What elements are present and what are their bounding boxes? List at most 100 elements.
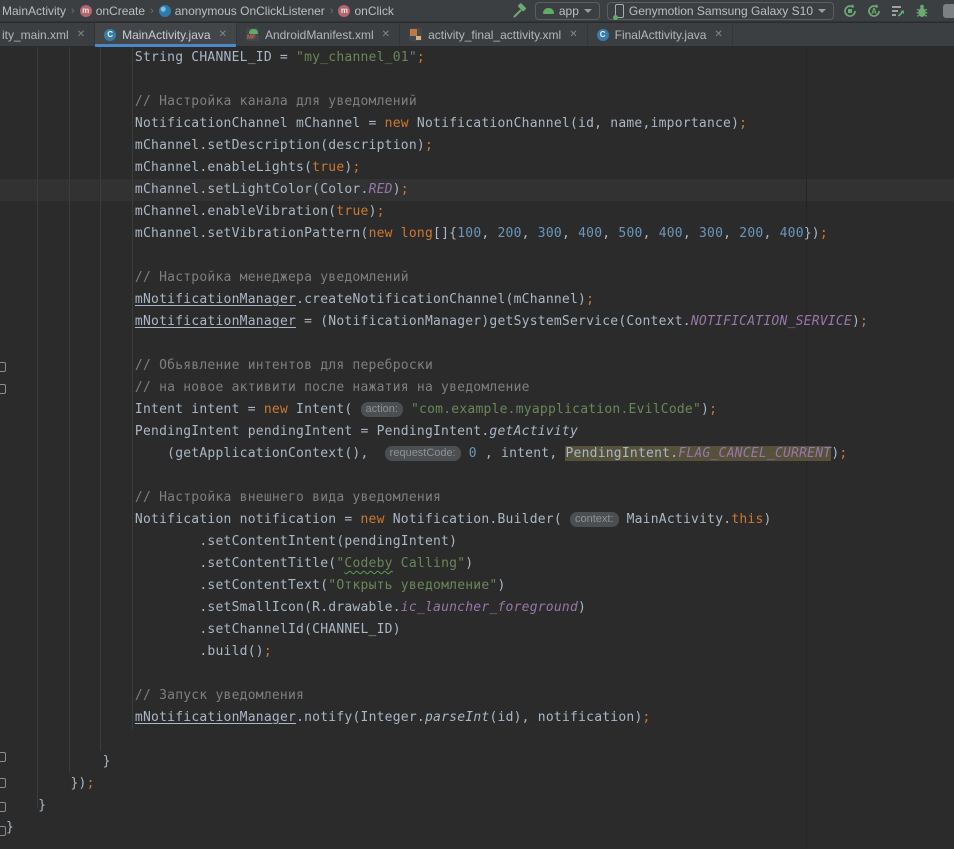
code-token: FLAG_CANCEL_CURRENT xyxy=(678,446,831,461)
code-token: ; xyxy=(417,50,425,65)
code-token: 500 xyxy=(618,226,642,241)
manifest-icon xyxy=(246,28,259,41)
tab-close-icon[interactable]: ✕ xyxy=(382,29,390,40)
code-token: , xyxy=(481,226,497,241)
code-token: long xyxy=(401,226,433,241)
code-token: new xyxy=(369,226,393,241)
code-token: 400 xyxy=(659,226,683,241)
code-token: ) xyxy=(764,512,772,527)
apply-code-changes-icon[interactable]: A xyxy=(865,2,882,19)
tab-ity_main.xml[interactable]: ity_main.xml ✕ xyxy=(0,23,95,46)
breadcrumb-separator: › xyxy=(150,5,154,17)
code-line: mChannel.setVibrationPattern(new long[]{… xyxy=(6,223,868,245)
code-token: .setContentTitle( xyxy=(6,556,336,571)
build-hammer-icon[interactable] xyxy=(511,2,528,19)
method-icon: m xyxy=(80,5,92,17)
tab-FinalActtivity.java[interactable]: CFinalActtivity.java✕ xyxy=(588,23,733,46)
code-line: mNotificationManager.notify(Integer.pars… xyxy=(6,707,868,729)
tab-label: ity_main.xml xyxy=(2,28,69,42)
code-line: mNotificationManager = (NotificationMana… xyxy=(6,311,868,333)
code-line: NotificationChannel mChannel = new Notif… xyxy=(6,113,868,135)
code-line: (getApplicationContext(), requestCode: 0… xyxy=(6,443,868,465)
code-line: } xyxy=(6,795,868,817)
code-token: NotificationChannel(id, name,importance) xyxy=(409,116,739,131)
fold-marker-icon[interactable] xyxy=(0,802,6,812)
tab-label: AndroidManifest.xml xyxy=(265,28,374,42)
code-token: getActivity xyxy=(489,424,578,439)
code-token: , xyxy=(723,226,739,241)
parameter-hint: action: xyxy=(361,402,403,417)
code-token: // Обьявление интентов для переброски xyxy=(6,358,433,373)
device-select[interactable]: Genymotion Samsung Galaxy S10 xyxy=(607,2,834,20)
code-line xyxy=(6,465,868,487)
code-token: 300 xyxy=(538,226,562,241)
code-token: ; xyxy=(352,160,360,175)
code-token: ; xyxy=(820,226,828,241)
code-token: RED xyxy=(369,182,393,197)
code-line xyxy=(6,729,868,751)
code-token: 400 xyxy=(578,226,602,241)
code-token: ; xyxy=(839,446,847,461)
code-line: mChannel.setDescription(description); xyxy=(6,135,868,157)
code-token: NOTIFICATION_SERVICE xyxy=(691,314,852,329)
tab-close-icon[interactable]: ✕ xyxy=(219,29,227,40)
fold-marker-icon[interactable] xyxy=(0,826,6,836)
fold-marker-icon[interactable] xyxy=(0,752,6,762)
code-line: String CHANNEL_ID = "my_channel_01"; xyxy=(6,47,868,69)
run-configuration-select[interactable]: app xyxy=(535,2,600,20)
profiler-icon[interactable] xyxy=(889,2,906,19)
debug-bug-icon[interactable] xyxy=(913,2,930,19)
code-token: mChannel.setVibrationPattern( xyxy=(6,226,369,241)
code-token: ; xyxy=(860,314,868,329)
code-token: 200 xyxy=(739,226,763,241)
tab-close-icon[interactable]: ✕ xyxy=(569,29,577,40)
code-token: (getApplicationContext(), xyxy=(6,446,385,461)
code-token: mNotificationManager xyxy=(135,314,296,329)
tab-close-icon[interactable]: ✕ xyxy=(714,29,722,40)
code-line: .setContentText("Открыть уведомление") xyxy=(6,575,868,597)
attach-profiler-icon[interactable] xyxy=(937,2,954,19)
code-editor[interactable]: String CHANNEL_ID = "my_channel_01"; // … xyxy=(0,47,954,849)
code-token: ; xyxy=(264,644,272,659)
code-token: ; xyxy=(425,138,433,153)
code-token: ic_launcher_foreground xyxy=(401,600,578,615)
breadcrumb-item[interactable]: monCreate xyxy=(80,4,145,18)
java-class-icon: C xyxy=(104,29,116,41)
code-token: .setContentIntent(pendingIntent) xyxy=(6,534,457,549)
parameter-hint: requestCode: xyxy=(385,446,461,461)
breadcrumb-separator: › xyxy=(71,5,75,17)
code-token: // на новое активити после нажатия на ув… xyxy=(6,380,530,395)
device-phone-icon xyxy=(615,4,624,18)
code-token: new xyxy=(361,512,385,527)
fold-marker-icon[interactable] xyxy=(0,778,6,788)
code-token: , xyxy=(683,226,699,241)
code-line: mNotificationManager.createNotificationC… xyxy=(6,289,868,311)
code-text[interactable]: String CHANNEL_ID = "my_channel_01"; // … xyxy=(6,47,868,839)
code-token: ) xyxy=(393,182,401,197)
tab-close-icon[interactable]: ✕ xyxy=(77,29,85,40)
breadcrumb-item[interactable]: MainActivity xyxy=(2,4,66,18)
apply-changes-restart-icon[interactable] xyxy=(841,2,858,19)
breadcrumb-item[interactable]: anonymous OnClickListener xyxy=(159,4,325,18)
code-token: ) xyxy=(701,402,709,417)
code-token: Notification.Builder( xyxy=(385,512,570,527)
code-token xyxy=(403,402,411,417)
code-token: .setContentText( xyxy=(6,578,328,593)
code-token: ; xyxy=(87,776,95,791)
code-token: NotificationChannel mChannel = xyxy=(6,116,385,131)
tab-label: FinalActtivity.java xyxy=(615,28,707,42)
code-line: }); xyxy=(6,773,868,795)
code-line xyxy=(6,333,868,355)
breadcrumb-item[interactable]: monClick xyxy=(338,4,393,18)
device-label: Genymotion Samsung Galaxy S10 xyxy=(629,4,813,18)
code-line: // Обьявление интентов для переброски xyxy=(6,355,868,377)
fold-marker-icon[interactable] xyxy=(0,384,6,394)
fold-marker-icon[interactable] xyxy=(0,362,6,372)
code-token: } xyxy=(6,820,14,835)
tab-AndroidManifest.xml[interactable]: AndroidManifest.xml ✕ xyxy=(237,23,400,46)
code-line: .setContentTitle("Codeby Calling") xyxy=(6,553,868,575)
tab-MainActivity.java[interactable]: CMainActivity.java✕ xyxy=(95,23,237,46)
code-token: ; xyxy=(739,116,747,131)
code-token: // Настройка внешнего вида уведомления xyxy=(6,490,441,505)
tab-activity_final_acttivity.xml[interactable]: activity_final_acttivity.xml✕ xyxy=(400,23,588,46)
